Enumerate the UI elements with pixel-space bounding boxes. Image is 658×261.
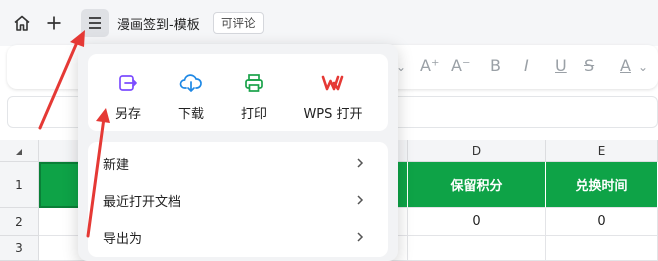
permission-badge[interactable]: 可评论 xyxy=(213,12,264,34)
document-title[interactable]: 漫画签到-模板 xyxy=(117,14,200,33)
table-header-cell[interactable]: 保留积分 xyxy=(408,162,546,208)
table-cell[interactable] xyxy=(408,236,546,261)
menu-item-label: 最近打开文档 xyxy=(103,195,182,210)
row-header-1[interactable]: 1 xyxy=(0,162,39,208)
wps-logo-icon xyxy=(321,71,345,95)
menu-item-new[interactable]: 新建 xyxy=(88,145,388,182)
top-bar: 漫画签到-模板 可评论 xyxy=(0,0,658,46)
plus-icon[interactable] xyxy=(40,9,68,37)
column-header-e[interactable]: E xyxy=(546,140,658,162)
underline-icon[interactable]: U xyxy=(555,56,567,75)
bold-icon[interactable]: B xyxy=(490,56,501,75)
menu-item-recent-documents[interactable]: 最近打开文档 xyxy=(88,182,388,219)
menu-item-label: 导出为 xyxy=(103,232,143,247)
column-header-d[interactable]: D xyxy=(408,140,546,162)
font-color-icon[interactable]: A xyxy=(620,56,631,75)
print-button[interactable]: 打印 xyxy=(229,54,279,131)
table-header-cell[interactable]: 兑换时间 xyxy=(546,162,658,208)
menu-item-label: 新建 xyxy=(103,158,130,173)
table-cell[interactable]: 0 xyxy=(546,208,658,236)
italic-icon[interactable]: I xyxy=(524,56,529,75)
download-label: 下载 xyxy=(177,107,204,122)
open-in-wps-label: WPS 打开 xyxy=(303,107,363,122)
decrease-font-icon[interactable]: A⁻ xyxy=(451,56,470,75)
download-button[interactable]: 下载 xyxy=(166,54,216,131)
save-as-button[interactable]: 另存 xyxy=(103,54,153,131)
quick-actions-card: 另存 下载 打印 WPS 打开 xyxy=(88,54,388,131)
open-in-wps-button[interactable]: WPS 打开 xyxy=(293,54,373,131)
strikethrough-icon[interactable]: S xyxy=(584,56,594,75)
home-icon[interactable] xyxy=(8,9,36,37)
table-cell[interactable] xyxy=(546,236,658,261)
font-color-chevron-icon[interactable]: ⌄ xyxy=(638,60,648,74)
chevron-right-icon xyxy=(357,232,364,242)
row-header-3[interactable]: 3 xyxy=(0,236,39,261)
menu-item-export-as[interactable]: 导出为 xyxy=(88,219,388,256)
chevron-right-icon xyxy=(357,158,364,168)
cloud-download-icon xyxy=(179,71,203,95)
save-as-icon xyxy=(116,71,140,95)
table-cell[interactable]: 0 xyxy=(408,208,546,236)
select-all-corner[interactable] xyxy=(0,140,39,162)
chevron-right-icon xyxy=(357,195,364,205)
hamburger-menu-icon[interactable] xyxy=(81,9,109,37)
print-label: 打印 xyxy=(240,107,267,122)
increase-font-icon[interactable]: A⁺ xyxy=(420,56,439,75)
menu-list: 新建 最近打开文档 导出为 xyxy=(88,142,388,257)
printer-icon xyxy=(242,71,266,95)
save-as-label: 另存 xyxy=(114,107,141,122)
row-header-2[interactable]: 2 xyxy=(0,208,39,236)
